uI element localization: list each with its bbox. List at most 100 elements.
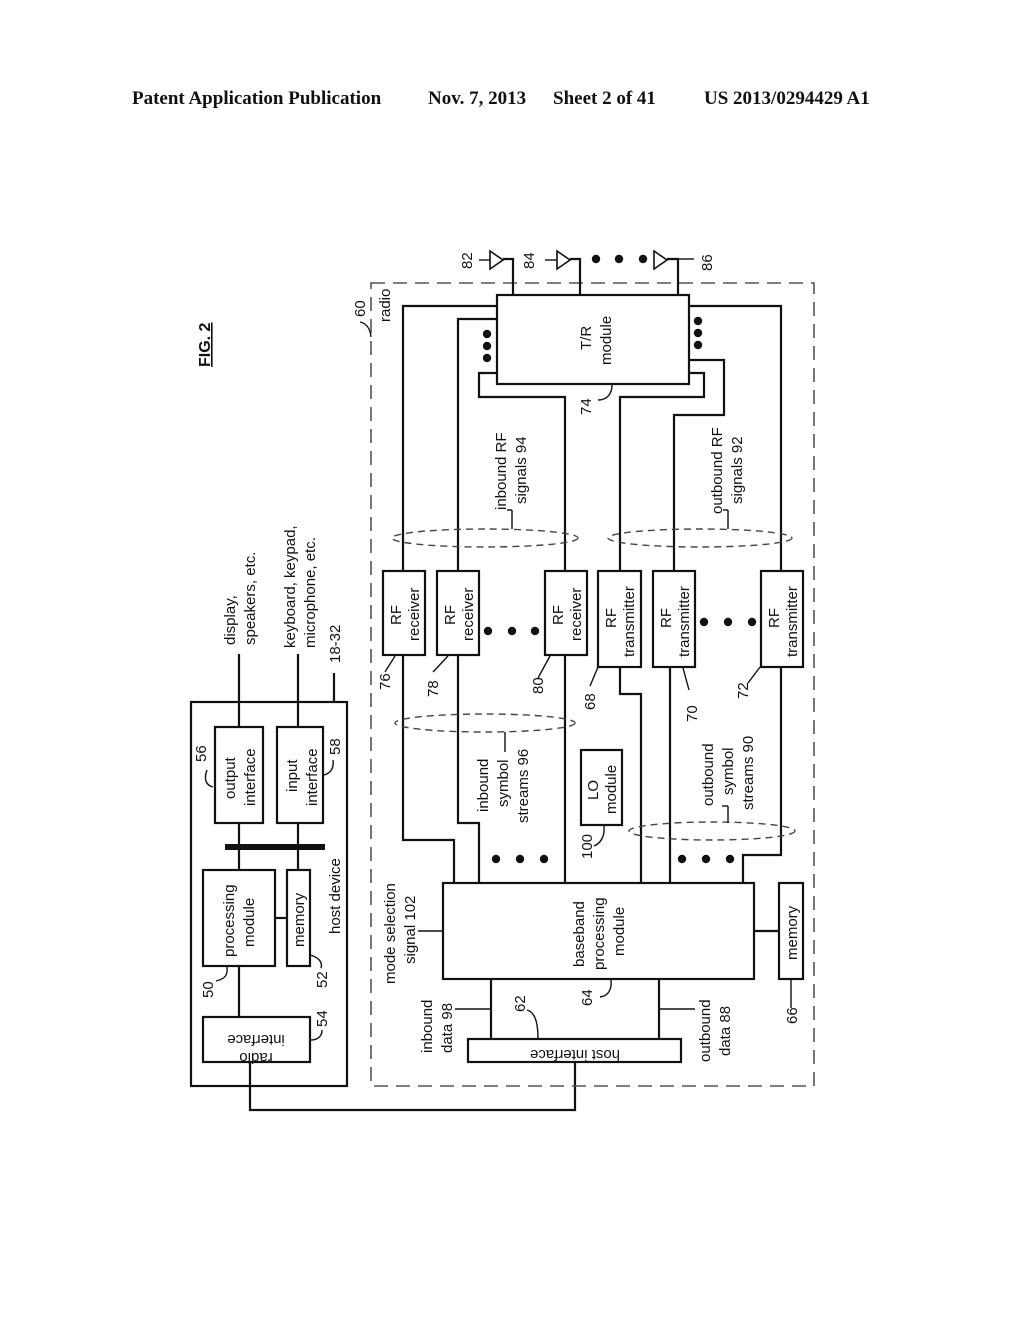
outbound-symbol-line1: outbound [700, 743, 717, 806]
rx-symbol-ellipsis-dot [539, 854, 549, 864]
inbound-data-line1: inbound [419, 1000, 436, 1053]
rx76-ref-leader [384, 655, 396, 673]
figure-title: FIG. 2 [197, 322, 214, 367]
rx78-ref: 78 [425, 680, 442, 697]
rx-ellipsis-dot [483, 626, 493, 636]
svg-text:RF: RF [766, 608, 783, 628]
tx1-symbol-wire [618, 667, 643, 883]
outbound-rf-ellipse [607, 528, 793, 548]
radio-interface-line2: radio [239, 1049, 272, 1066]
inbound-symbol-ellipse [394, 713, 576, 733]
svg-text:receiver: receiver [568, 588, 585, 641]
antenna-84-ref: 84 [521, 252, 538, 269]
radio-if-ref-leader [310, 1029, 323, 1041]
rx80-ref: 80 [530, 677, 547, 694]
inbound-rf-ellipse [391, 528, 579, 548]
tr-module-line2: module [598, 316, 615, 365]
tx72-ref-leader [747, 666, 761, 684]
svg-text:transmitter: transmitter [784, 586, 801, 657]
host-if-ref: 62 [512, 995, 529, 1012]
radio-ref: 60 [352, 300, 369, 317]
tr-ref-leader [597, 384, 613, 401]
radio-ref-leader [359, 321, 372, 338]
outbound-data-line2: data 88 [717, 1006, 734, 1056]
tx-symbol-ellipsis-dot [677, 854, 687, 864]
host-interface-label: host interface [530, 1046, 620, 1063]
rf-receiver-76: RF receiver [381, 569, 427, 657]
svg-text:RF: RF [442, 605, 459, 625]
memory-ref: 52 [314, 971, 331, 988]
rx-symbol-ellipsis-dot [491, 854, 501, 864]
rx-ellipsis-dot [507, 626, 517, 636]
processing-ref-leader [215, 966, 228, 982]
processing-module-box [201, 868, 277, 968]
input-ref: 58 [327, 738, 344, 755]
processing-module-line2: module [241, 898, 258, 947]
radio-interface-line1: interface [227, 1031, 285, 1048]
output-interface-line1: output [222, 756, 239, 799]
radio-label: radio [377, 289, 394, 322]
antenna-82-ref: 82 [459, 252, 476, 269]
tx-symbol-ellipsis-dot [701, 854, 711, 864]
antenna-ellipsis-dot [638, 254, 648, 264]
rf-receiver-80: RF receiver [543, 569, 589, 657]
baseband-ref: 64 [579, 989, 596, 1006]
output-ref-leader [204, 769, 214, 788]
svg-text:transmitter: transmitter [621, 586, 638, 657]
inbound-symbol-line3: streams 96 [515, 749, 532, 823]
processing-module-line1: processing [221, 884, 238, 957]
tr-module-line1: T/R [578, 326, 595, 350]
rx-ellipsis-dot [530, 626, 540, 636]
input-interface-line2: interface [304, 748, 321, 806]
rx2-rf-wire [456, 317, 497, 571]
antenna-ellipsis-dot [591, 254, 601, 264]
rf-receiver-78: RF receiver [435, 569, 481, 657]
svg-text:RF: RF [603, 608, 620, 628]
outbound-data-line1: outbound [697, 999, 714, 1062]
tx1-rf-wire [618, 371, 706, 571]
tx70-ref: 70 [684, 705, 701, 722]
tr-rx-ellipsis-dot [482, 353, 492, 363]
outbound-symbol-ellipse [628, 821, 796, 841]
inbound-rf-line1: inbound RF [493, 432, 510, 510]
rf-transmitter-68: RF transmitter [596, 569, 643, 669]
antenna-82 [479, 249, 515, 295]
outbound-rf-line1: outbound RF [709, 427, 726, 514]
svg-text:RF: RF [550, 605, 567, 625]
tr-rx-ellipsis-dot [482, 341, 492, 351]
tx-ellipsis-dot [747, 617, 757, 627]
tx68-ref-leader [589, 666, 599, 687]
host-ref: 18-32 [327, 625, 344, 663]
tx70-ref-leader [682, 667, 690, 691]
tx-symbol-ellipsis-dot [725, 854, 735, 864]
input-interface-line1: input [284, 759, 301, 792]
baseband-line2: processing [591, 897, 608, 970]
inbound-data-line2: data 98 [439, 1003, 456, 1053]
rf-transmitter-72: RF transmitter [759, 569, 805, 669]
output-interface-line2: interface [242, 748, 259, 806]
inbound-rf-line2: signals 94 [513, 436, 530, 504]
lo-ref: 100 [579, 834, 596, 859]
rx-symbol-ellipsis-dot [515, 854, 525, 864]
input-ref-leader [323, 759, 334, 776]
svg-text:RF: RF [658, 608, 675, 628]
baseband-ref-leader [599, 979, 612, 998]
tr-tx-ellipsis-dot [693, 340, 703, 350]
rf-transmitter-70: RF transmitter [651, 569, 697, 669]
memory-ref-leader [309, 954, 323, 969]
lo-module-line1: LO [585, 780, 602, 800]
host-if-ref-leader [526, 1009, 539, 1040]
mode-selection-line1: mode selection [382, 883, 399, 984]
host-memory-label: memory [291, 892, 308, 947]
input-devices-line1: keyboard, keypad, [282, 525, 299, 648]
processing-ref: 50 [200, 981, 217, 998]
tx68-ref: 68 [582, 693, 599, 710]
antenna-86-ref: 86 [699, 254, 716, 271]
radio-if-ref: 54 [314, 1010, 331, 1027]
tx72-ref: 72 [735, 682, 752, 699]
outbound-symbol-line2: symbol [720, 747, 737, 795]
mode-selection-line2: signal 102 [402, 896, 419, 964]
input-devices-line2: microphone, etc. [302, 537, 319, 648]
outbound-symbol-line3: streams 90 [740, 736, 757, 810]
baseband-line1: baseband [571, 901, 588, 967]
